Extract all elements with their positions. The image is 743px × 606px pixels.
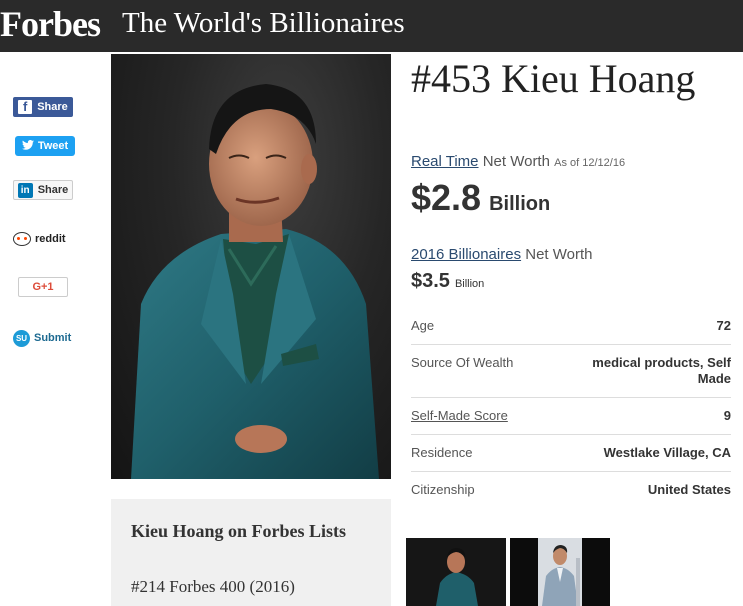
linkedin-share-button[interactable]: in Share <box>13 180 73 200</box>
forbes-list-item[interactable]: #214 Forbes 400 (2016) <box>131 577 295 597</box>
stat-value: 72 <box>716 318 731 333</box>
stat-row-age: Age 72 <box>411 318 731 333</box>
reddit-alien-icon <box>13 232 31 246</box>
asof-date: As of 12/12/16 <box>554 157 626 169</box>
linkedin-share-label: Share <box>37 184 69 196</box>
stumbleupon-icon: SU <box>13 329 30 347</box>
stat-row-residence: Residence Westlake Village, CA <box>411 445 731 460</box>
divider <box>411 434 731 435</box>
divider <box>411 397 731 398</box>
page-section-title[interactable]: The World's Billionaires <box>122 7 405 40</box>
stumbleupon-submit-button[interactable]: SU Submit <box>13 328 83 348</box>
stat-value: medical products, Self Made <box>592 355 731 386</box>
self-made-score-link[interactable]: Self-Made Score <box>411 408 508 423</box>
reddit-share-button[interactable]: reddit <box>13 229 73 249</box>
stat-value: United States <box>647 482 731 497</box>
profile-rank-name: #453 Kieu Hoang <box>411 56 696 101</box>
billionaires-2016-link[interactable]: 2016 Billionaires <box>411 246 521 263</box>
forbes-lists-panel: Kieu Hoang on Forbes Lists #214 Forbes 4… <box>111 499 391 606</box>
stat-label: Citizenship <box>411 482 475 497</box>
billionaires-networth-label-row: 2016 Billionaires Net Worth <box>411 246 593 263</box>
divider <box>411 471 731 472</box>
twitter-bird-icon <box>21 139 34 153</box>
networth-unit: Billion <box>489 193 551 215</box>
realtime-link[interactable]: Real Time <box>411 153 479 170</box>
google-plus-button[interactable]: G+1 <box>18 277 68 297</box>
stat-label: Age <box>411 318 435 333</box>
photo-thumbnail-2[interactable] <box>510 538 610 606</box>
networth-value: $2.8 <box>411 177 482 218</box>
stat-row-citizenship: Citizenship United States <box>411 482 731 497</box>
networth-2016-value: $3.5 <box>411 270 450 292</box>
forbes-logo[interactable]: Forbes <box>0 3 101 45</box>
google-plus-label: G+1 <box>32 281 54 293</box>
stumbleupon-submit-label: Submit <box>34 332 72 344</box>
facebook-share-button[interactable]: f Share <box>13 97 73 117</box>
reddit-share-label: reddit <box>35 233 66 245</box>
forbes-lists-title: Kieu Hoang on Forbes Lists <box>131 521 347 541</box>
facebook-icon: f <box>18 99 33 114</box>
stat-label: Source Of Wealth <box>411 355 514 370</box>
realtime-networth-label-row: Real Time Net Worth As of 12/12/16 <box>411 153 625 170</box>
facebook-share-label: Share <box>37 101 68 113</box>
photo-thumbnail-1[interactable] <box>406 538 506 606</box>
billionaires-networth: $3.5 Billion <box>411 270 484 293</box>
stat-row-source-of-wealth: Source Of Wealth medical products, Self … <box>411 355 731 387</box>
site-header: Forbes The World's Billionaires <box>0 0 743 52</box>
linkedin-icon: in <box>17 182 33 198</box>
stat-label: Residence <box>411 445 473 460</box>
networth-2016-unit: Billion <box>454 278 485 290</box>
divider <box>411 344 731 345</box>
stat-row-self-made-score: Self-Made Score 9 <box>411 408 731 423</box>
twitter-tweet-button[interactable]: Tweet <box>15 136 75 156</box>
realtime-networth: $2.8 Billion <box>411 177 550 219</box>
networth-label-2016: Net Worth <box>525 246 593 263</box>
networth-label: Net Worth <box>482 153 550 170</box>
profile-portrait-image <box>111 54 391 479</box>
stat-value: 9 <box>723 408 731 423</box>
stat-value: Westlake Village, CA <box>603 445 731 460</box>
twitter-tweet-label: Tweet <box>37 140 69 152</box>
